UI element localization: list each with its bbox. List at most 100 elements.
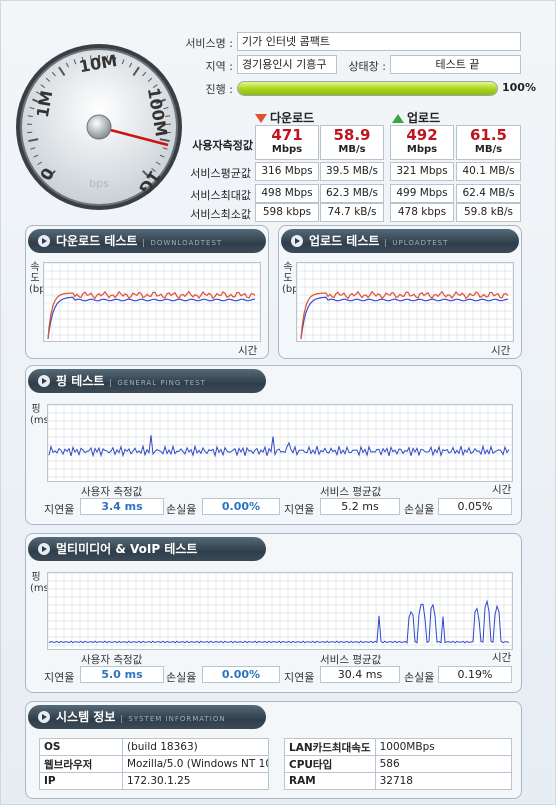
upload-header: 업로드 bbox=[392, 109, 440, 126]
status-field: 테스트 끝 bbox=[390, 55, 521, 74]
region-field: 경기용인시 기흥구 bbox=[237, 55, 337, 74]
download-x-label: 시간 bbox=[238, 345, 258, 357]
download-chart bbox=[43, 262, 261, 342]
voip-user-loss: 0.00% bbox=[202, 666, 280, 683]
voip-test-panel: 멀티미디어 & VoIP 테스트 핑(ms) 시간 사용자 측정값 서비스 평균… bbox=[25, 533, 522, 693]
upload-arrow-icon bbox=[392, 114, 404, 123]
ping-test-subtitle: GENERAL PING TEST bbox=[110, 379, 206, 387]
max-row-label: 서비스최대값 bbox=[190, 189, 251, 202]
upload-test-title: 업로드 테스트 bbox=[309, 234, 380, 248]
ping-service-latency: 5.2 ms bbox=[320, 498, 400, 515]
download-header: 다운로드 bbox=[255, 109, 314, 126]
upload-mbps-value: 492 bbox=[406, 126, 438, 144]
min-ul-mbs: 59.8 kB/s bbox=[456, 203, 521, 222]
upload-y-label: 속도(bps) bbox=[282, 262, 308, 295]
voip-user-latency-label: 지연율 bbox=[44, 671, 75, 684]
ping-user-label: 사용자 측정값 bbox=[81, 486, 143, 498]
ping-user-latency-label: 지연율 bbox=[44, 503, 75, 516]
voip-test-title: 멀티미디어 & VoIP 테스트 bbox=[56, 542, 198, 556]
measured-label: 사용자측정값 bbox=[192, 139, 253, 152]
gauge-hub bbox=[86, 114, 112, 140]
table-row: CPU타입 586 bbox=[284, 755, 513, 773]
os-value: (build 18363) bbox=[122, 738, 269, 756]
download-mbs-value: 58.9 bbox=[333, 126, 371, 144]
min-row-label: 서비스최소값 bbox=[190, 208, 251, 221]
arrow-icon bbox=[38, 711, 50, 723]
status-label: 상태창 : bbox=[348, 60, 386, 73]
ping-service-loss: 0.05% bbox=[438, 498, 512, 515]
system-info-panel: 시스템 정보 SYSTEM INFORMATION OS (build 18363)… bbox=[25, 701, 522, 799]
arrow-icon bbox=[38, 235, 50, 247]
speedometer-gauge: 0 1M 10M 100M 1G bps bbox=[16, 44, 182, 210]
voip-user-label: 사용자 측정값 bbox=[81, 654, 143, 666]
upload-mbs-unit: MB/s bbox=[474, 144, 503, 155]
voip-service-latency-label: 지연율 bbox=[284, 671, 315, 684]
system-info-header: 시스템 정보 SYSTEM INFORMATION bbox=[28, 705, 266, 729]
progress-percent: 100% bbox=[502, 81, 536, 94]
voip-chart bbox=[47, 572, 513, 650]
ip-value: 172.30.1.25 bbox=[122, 772, 269, 790]
download-mbs-unit: MB/s bbox=[338, 144, 366, 155]
voip-user-latency: 5.0 ms bbox=[80, 666, 164, 683]
table-row: IP 172.30.1.25 bbox=[39, 772, 269, 790]
voip-service-latency: 30.4 ms bbox=[320, 666, 400, 683]
ping-service-label: 서비스 평균값 bbox=[320, 486, 382, 498]
download-test-header: 다운로드 테스트 DOWNLOADTEST bbox=[28, 229, 266, 253]
browser-key: 웹브라우저 bbox=[39, 755, 123, 773]
ping-chart bbox=[47, 404, 513, 482]
arrow-icon bbox=[291, 235, 303, 247]
ping-test-title: 핑 테스트 bbox=[56, 374, 105, 388]
service-name-field: 기가 인터넷 콤팩트 bbox=[237, 32, 521, 51]
upload-test-panel: 업로드 테스트 UPLOADTEST 속도(bps) 시간 bbox=[278, 225, 522, 359]
min-ul-mbps: 478 kbps bbox=[390, 203, 454, 222]
max-dl-mbs: 62.3 MB/s bbox=[320, 184, 384, 203]
system-info-title: 시스템 정보 bbox=[56, 710, 116, 724]
arrow-icon bbox=[38, 543, 50, 555]
gauge-unit: bps bbox=[89, 177, 109, 190]
min-dl-mbs: 74.7 kB/s bbox=[320, 203, 384, 222]
upload-x-label: 시간 bbox=[491, 345, 511, 357]
voip-service-loss-label: 손실율 bbox=[404, 671, 435, 684]
progress-label: 진행 : bbox=[205, 83, 233, 96]
arrow-icon bbox=[38, 375, 50, 387]
download-mbps-cell: 471 Mbps bbox=[255, 125, 319, 160]
lan-key: LAN카드최대속도 bbox=[284, 738, 376, 756]
ping-x-label: 시간 bbox=[492, 484, 512, 496]
table-row: LAN카드최대속도 1000MBps bbox=[284, 738, 513, 756]
avg-row-label: 서비스평균값 bbox=[190, 167, 251, 180]
progress-bar bbox=[237, 81, 498, 96]
avg-dl-mbps: 316 Mbps bbox=[255, 162, 319, 181]
ram-key: RAM bbox=[284, 772, 376, 790]
region-label: 지역 : bbox=[205, 60, 233, 73]
series-line-blue bbox=[47, 296, 256, 340]
upload-mbps-cell: 492 Mbps bbox=[390, 125, 454, 160]
ping-y-label: 핑(ms) bbox=[30, 404, 53, 426]
cpu-value: 586 bbox=[374, 755, 513, 773]
voip-y-label: 핑(ms) bbox=[30, 572, 53, 594]
download-mbs-cell: 58.9 MB/s bbox=[320, 125, 384, 160]
system-info-left-table: OS (build 18363) 웹브라우저 Mozilla/5.0 (Window… bbox=[39, 738, 269, 790]
avg-ul-mbs: 40.1 MB/s bbox=[456, 162, 521, 181]
download-test-title: 다운로드 테스트 bbox=[56, 234, 138, 248]
upload-mbs-cell: 61.5 MB/s bbox=[456, 125, 521, 160]
system-info-right-table: LAN카드최대속도 1000MBps CPU타입 586 RAM 32718 bbox=[284, 738, 513, 790]
system-info-subtitle: SYSTEM INFORMATION bbox=[121, 715, 226, 723]
download-mbps-value: 471 bbox=[271, 126, 303, 144]
upload-chart bbox=[296, 262, 514, 342]
max-dl-mbps: 498 Mbps bbox=[255, 184, 319, 203]
ping-test-panel: 핑 테스트 GENERAL PING TEST 핑(ms) 시간 사용자 측정값 … bbox=[25, 365, 522, 525]
cpu-key: CPU타입 bbox=[284, 755, 376, 773]
service-name-label: 서비스명 : bbox=[185, 37, 233, 50]
voip-service-loss: 0.19% bbox=[438, 666, 512, 683]
ping-user-loss-label: 손실율 bbox=[166, 503, 197, 516]
lan-value: 1000MBps bbox=[374, 738, 513, 756]
download-test-panel: 다운로드 테스트 DOWNLOADTEST 속도(bps) 시간 bbox=[25, 225, 269, 359]
avg-dl-mbs: 39.5 MB/s bbox=[320, 162, 384, 181]
ping-user-loss: 0.00% bbox=[202, 498, 280, 515]
download-test-subtitle: DOWNLOADTEST bbox=[143, 239, 223, 247]
upload-test-header: 업로드 테스트 UPLOADTEST bbox=[281, 229, 519, 253]
max-ul-mbps: 499 Mbps bbox=[390, 184, 454, 203]
ip-key: IP bbox=[39, 772, 123, 790]
voip-test-header: 멀티미디어 & VoIP 테스트 bbox=[28, 537, 266, 561]
upload-mbps-unit: Mbps bbox=[406, 144, 438, 155]
